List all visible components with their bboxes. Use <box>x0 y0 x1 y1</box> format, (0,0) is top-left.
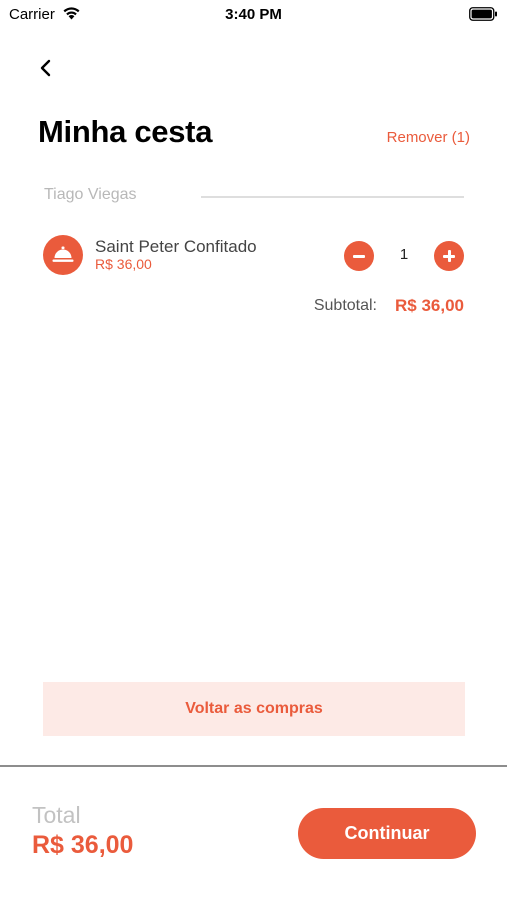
total-label: Total <box>32 802 81 828</box>
subtotal-value: R$ 36,00 <box>395 296 464 315</box>
subtotal-label: Subtotal: <box>313 297 377 314</box>
back-to-shopping-button[interactable]: Voltar as compras <box>43 682 465 736</box>
remove-button[interactable]: Remover (1) <box>387 129 470 146</box>
status-bar: Carrier 3:40 PM <box>0 0 507 28</box>
item-name: Saint Peter Confitado <box>95 237 257 256</box>
continue-button[interactable]: Continuar <box>298 808 476 859</box>
total-value: R$ 36,00 <box>32 831 134 859</box>
quantity-value: 1 <box>399 246 409 263</box>
clock-label: 3:40 PM <box>225 6 282 23</box>
increase-quantity-button[interactable] <box>434 241 464 271</box>
store-name: Tiago Viegas <box>44 186 137 203</box>
service-bell-icon <box>43 235 83 275</box>
footer-divider <box>0 765 507 767</box>
page-title: Minha cesta <box>38 114 213 149</box>
decrease-quantity-button[interactable] <box>344 241 374 271</box>
chevron-left-icon <box>40 59 51 77</box>
store-divider <box>201 196 464 198</box>
back-button[interactable] <box>32 54 60 82</box>
battery-icon <box>469 7 497 21</box>
item-price: R$ 36,00 <box>95 256 152 272</box>
